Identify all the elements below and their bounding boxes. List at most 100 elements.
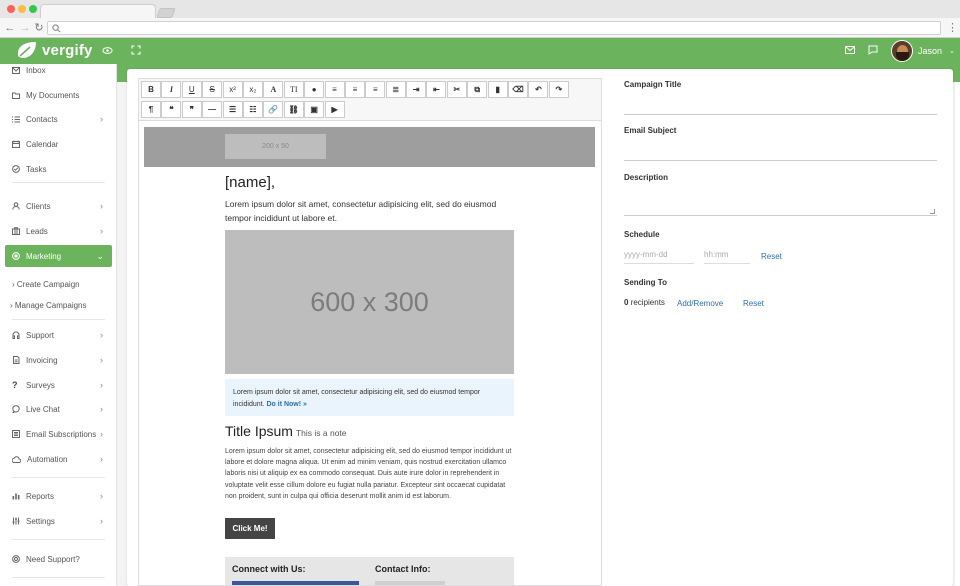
hero-image-placeholder[interactable]: 600 x 300 (225, 230, 514, 374)
sidebar-item-marketing[interactable]: Marketing ⌄ (5, 245, 112, 267)
italic-button[interactable]: I (161, 81, 182, 98)
intro-paragraph[interactable]: Lorem ipsum dolor sit amet, consectetur … (225, 198, 515, 225)
sidebar-item-my-documents[interactable]: My Documents (0, 85, 117, 105)
sidebar-item-support[interactable]: Support › (0, 325, 117, 345)
forward-arrow-icon[interactable]: → (19, 21, 31, 35)
browser-window: ← → ↻ ⋮ vergify Jason ⌄ Inbox My Documen… (0, 0, 960, 586)
redo-icon[interactable]: ↷ (548, 81, 569, 98)
chevron-right-icon: › (100, 330, 103, 340)
add-remove-recipients-link[interactable]: Add/Remove (677, 299, 723, 308)
sidebar-item-label: Surveys (26, 380, 55, 390)
scissors-icon[interactable]: ✂ (446, 81, 467, 98)
body-paragraph[interactable]: Lorem ipsum dolor sit amet, consectetur … (225, 446, 514, 502)
underline-button[interactable]: U (181, 81, 202, 98)
sidebar-item-invoicing[interactable]: Invoicing › (0, 350, 117, 370)
image-icon[interactable]: ▣ (304, 101, 325, 118)
resize-handle-icon[interactable] (930, 209, 935, 214)
font-color-button[interactable]: A (263, 81, 284, 98)
reload-icon[interactable]: ↻ (33, 21, 45, 35)
mail-icon[interactable] (845, 46, 855, 54)
superscript-button[interactable]: x² (222, 81, 243, 98)
subscript-button[interactable]: x₂ (242, 81, 263, 98)
campaign-title-input[interactable] (624, 100, 937, 115)
sidebar-item-leads[interactable]: Leads › (0, 221, 117, 241)
new-tab-button[interactable] (156, 8, 176, 18)
horizontal-rule-icon[interactable]: — (202, 101, 223, 118)
link-icon[interactable]: 🔗 (263, 101, 284, 118)
sidebar-item-calendar[interactable]: Calendar (0, 134, 117, 154)
greeting-heading[interactable]: [name], (225, 174, 275, 191)
align-left-icon[interactable]: ≡ (324, 81, 345, 98)
bullet-list-icon[interactable]: ☰ (222, 101, 243, 118)
address-bar: ← → ↻ ⋮ (0, 18, 960, 38)
footer-connect-heading: Connect with Us: (232, 564, 306, 574)
target-icon (12, 252, 20, 260)
paragraph-icon[interactable]: ¶ (141, 101, 161, 118)
schedule-time-input[interactable]: hh:mm (704, 250, 750, 264)
browser-menu-icon[interactable]: ⋮ (947, 21, 958, 34)
font-size-button[interactable]: TI (283, 81, 304, 98)
sidebar-item-automation[interactable]: Automation › (0, 449, 117, 469)
sidebar-item-clients[interactable]: Clients › (0, 196, 117, 216)
numbered-list-icon[interactable]: ☷ (242, 101, 263, 118)
undo-icon[interactable]: ↶ (528, 81, 549, 98)
close-window-icon[interactable] (7, 5, 15, 13)
social-button[interactable] (232, 581, 359, 585)
unlink-icon[interactable]: ⛓ (283, 101, 304, 118)
quote-right-icon[interactable]: ❞ (181, 101, 202, 118)
sidebar-item-label: Live Chat (26, 404, 60, 414)
sidebar-item-settings[interactable]: Settings › (0, 511, 117, 531)
sidebar-item-surveys[interactable]: ? Surveys › (0, 375, 117, 395)
trash-icon[interactable]: ▮ (487, 81, 508, 98)
callout-box[interactable]: Lorem ipsum dolor sit amet, consectetur … (225, 379, 514, 416)
sidebar-item-tasks[interactable]: Tasks (0, 159, 117, 179)
strikethrough-button[interactable]: S (202, 81, 223, 98)
sidebar-item-label: Clients (26, 201, 51, 211)
drop-icon[interactable]: ● (304, 81, 325, 98)
sidebar-item-inbox[interactable]: Inbox (0, 60, 117, 80)
email-canvas[interactable]: 200 x 50 [name], Lorem ipsum dolor sit a… (144, 127, 595, 585)
chevron-right-icon: › (100, 380, 103, 390)
brand-logo[interactable]: vergify (16, 41, 93, 60)
cta-button[interactable]: Click Me! (225, 518, 275, 539)
copy-icon[interactable]: ⧉ (467, 81, 488, 98)
chat-icon[interactable] (868, 45, 878, 55)
eraser-icon[interactable]: ⌫ (508, 81, 529, 98)
sidebar-subitem-create-campaign[interactable]: › Create Campaign (12, 280, 80, 289)
fullscreen-icon[interactable] (131, 45, 141, 55)
leaf-logo-icon (18, 42, 36, 58)
chevron-right-icon: › (100, 404, 103, 414)
align-center-icon[interactable]: ≡ (344, 81, 365, 98)
outdent-icon[interactable]: ⇤ (426, 81, 447, 98)
sidebar-subitem-manage-campaigns[interactable]: › Manage Campaigns (10, 301, 87, 310)
logo-placeholder[interactable]: 200 x 50 (225, 134, 326, 159)
sidebar-item-live-chat[interactable]: Live Chat › (0, 399, 117, 419)
sidebar-item-need-support[interactable]: Need Support? (0, 549, 117, 569)
quote-left-icon[interactable]: ❝ (161, 101, 182, 118)
sidebar-item-contacts[interactable]: Contacts › (0, 109, 117, 129)
schedule-date-input[interactable]: yyyy-mm-dd (624, 250, 694, 264)
align-justify-icon[interactable]: ≣ (385, 81, 406, 98)
sidebar-item-label: Tasks (26, 164, 47, 174)
back-arrow-icon[interactable]: ← (4, 21, 16, 35)
maximize-window-icon[interactable] (29, 5, 37, 13)
user-menu[interactable]: Jason ⌄ (891, 40, 955, 62)
section-title[interactable]: Title Ipsum This is a note (225, 423, 347, 439)
video-icon[interactable]: ▶ (324, 101, 345, 118)
app-header: vergify Jason ⌄ (0, 38, 960, 64)
eye-icon[interactable] (102, 45, 113, 56)
schedule-reset-link[interactable]: Reset (761, 252, 782, 261)
sidebar-item-email-subscriptions[interactable]: Email Subscriptions › (0, 424, 117, 444)
sidebar-item-reports[interactable]: Reports › (0, 486, 117, 506)
chevron-down-icon: ⌄ (96, 251, 104, 261)
url-input[interactable] (47, 21, 941, 35)
callout-link[interactable]: Do it Now! » (266, 401, 306, 408)
recipients-reset-link[interactable]: Reset (743, 299, 764, 308)
align-right-icon[interactable]: ≡ (365, 81, 386, 98)
description-textarea[interactable] (624, 190, 937, 216)
email-subject-input[interactable] (624, 146, 937, 161)
chat-icon (12, 405, 20, 413)
bold-button[interactable]: B (141, 81, 161, 98)
indent-icon[interactable]: ⇥ (406, 81, 427, 98)
minimize-window-icon[interactable] (18, 5, 26, 13)
